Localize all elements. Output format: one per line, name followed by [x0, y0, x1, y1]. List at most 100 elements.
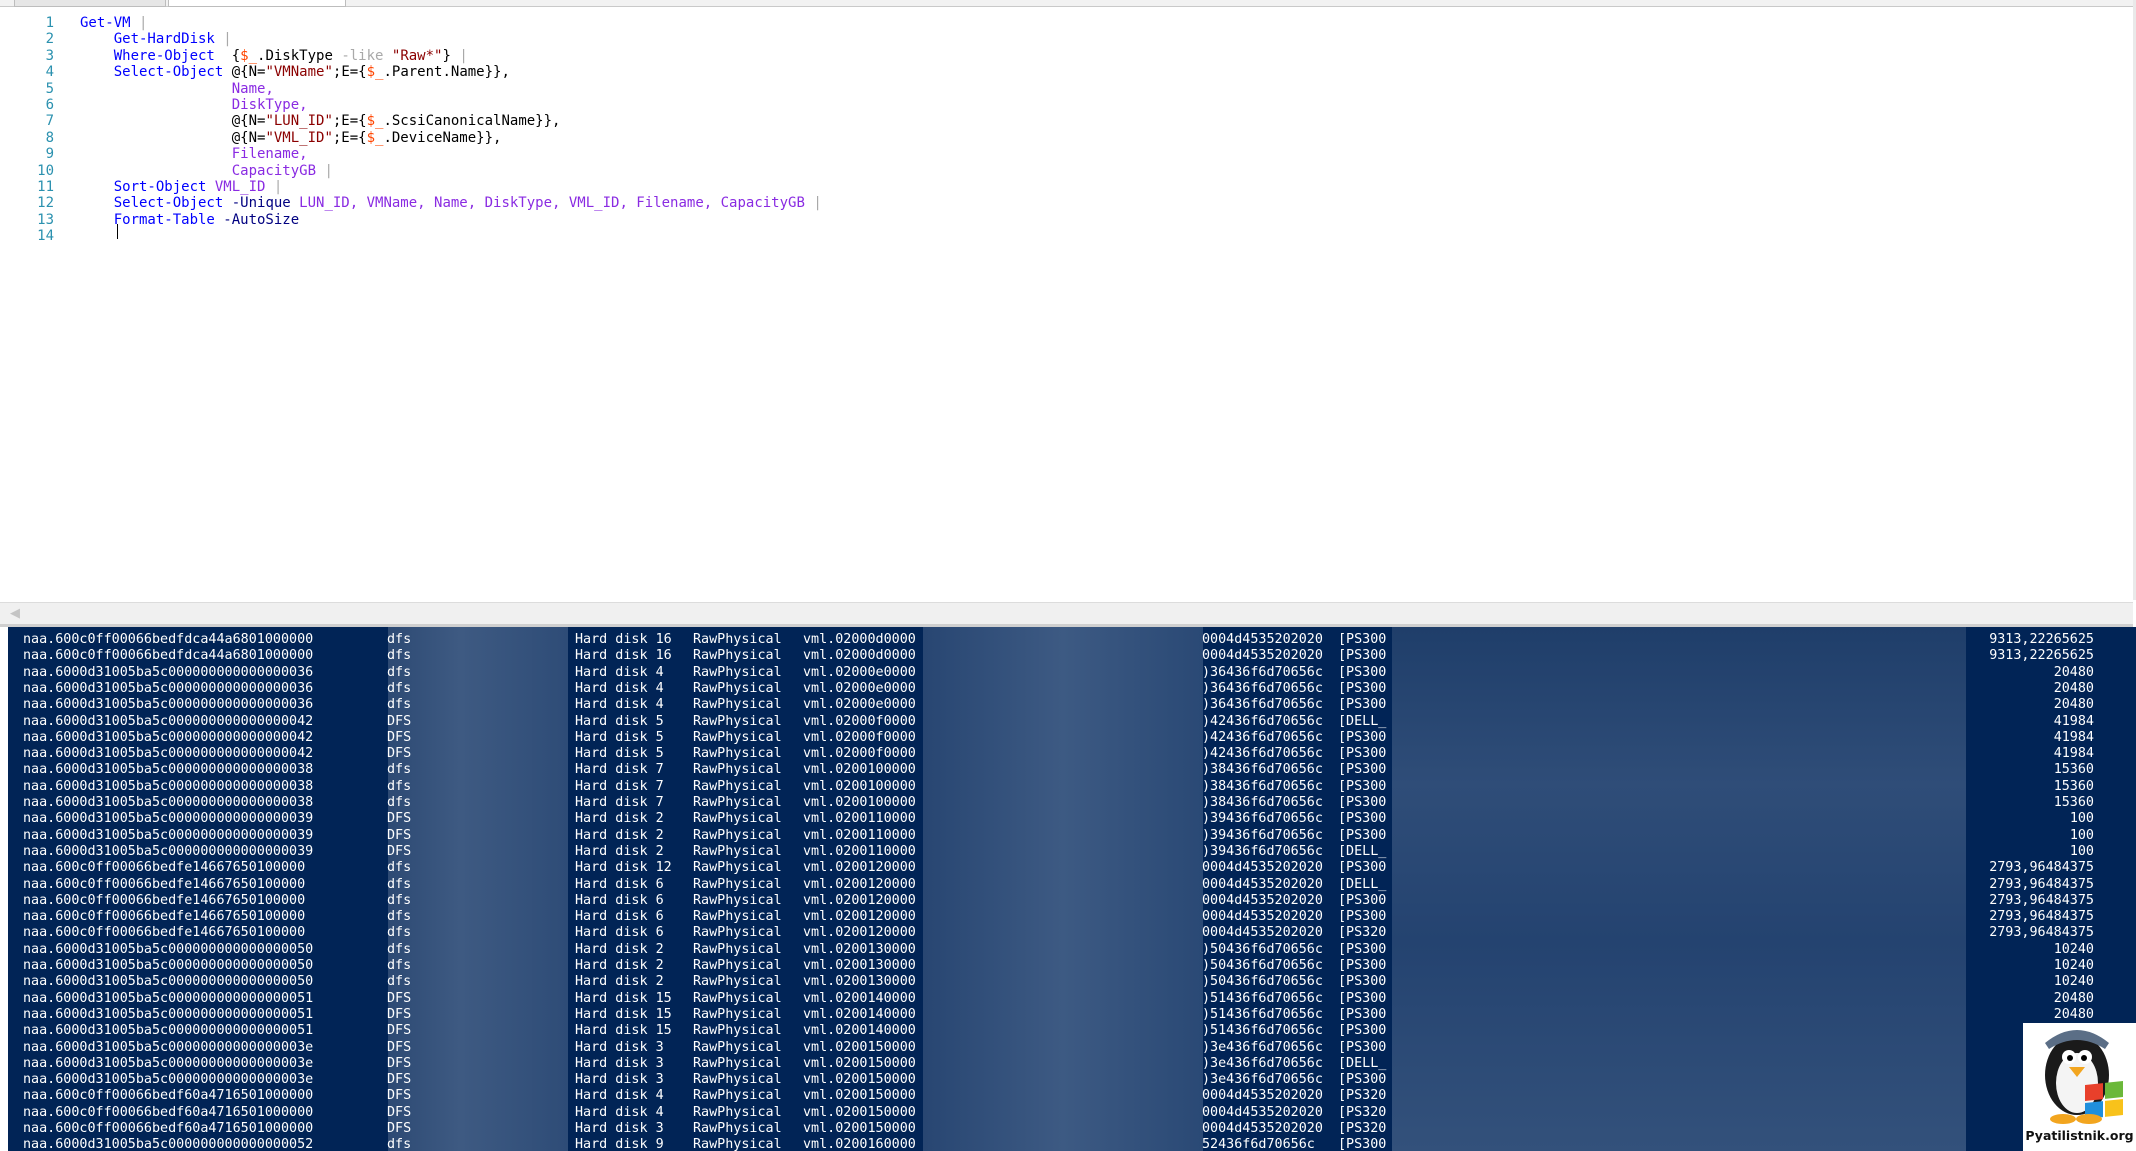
- cell-name: Hard disk 6: [575, 925, 672, 941]
- table-row: naa.6000d31005ba5c000000000000000036 dfs H…: [8, 665, 2136, 681]
- tab-script-2[interactable]: [168, 0, 346, 7]
- cell-vml2: )51436f6d70656c: [1202, 990, 1323, 1006]
- cell-type: RawPhysical: [693, 909, 782, 925]
- cell-lun: naa.600c0ff00066bedfe14667650100000: [23, 892, 306, 908]
- cell-vml: vml.0200110000: [803, 811, 916, 827]
- cell-cap: 100: [2069, 827, 2094, 843]
- table-row: naa.6000d31005ba5c000000000000000050 dfs H…: [8, 958, 2136, 974]
- cell-lun: naa.600c0ff00066bedf60a4716501000000: [23, 1104, 314, 1120]
- cell-vm: dfs: [387, 632, 412, 647]
- cell-fn: [PS320: [1338, 925, 1387, 941]
- code-line: Sort-Object VML_ID |: [80, 179, 283, 195]
- cell-cap: 2793,96484375: [1989, 909, 2094, 925]
- table-row: naa.600c0ff00066bedfdca44a6801000000 dfs H…: [8, 648, 2136, 664]
- cell-cap: 20480: [2053, 697, 2094, 713]
- cell-lun: naa.6000d31005ba5c000000000000000036: [23, 697, 314, 713]
- cell-type: RawPhysical: [693, 762, 782, 778]
- cell-vm: DFS: [387, 729, 412, 745]
- cell-fn: [PS300: [1338, 892, 1387, 908]
- cell-fn: [DELL_: [1338, 1055, 1387, 1071]
- cell-lun: naa.600c0ff00066bedf60a4716501000000: [23, 1088, 314, 1104]
- cell-type: RawPhysical: [693, 925, 782, 941]
- table-row: naa.6000d31005ba5c000000000000000052 dfs H…: [8, 1137, 2136, 1151]
- cell-vml2: )39436f6d70656c: [1202, 843, 1323, 859]
- cell-type: RawPhysical: [693, 729, 782, 745]
- cell-fn: [PS300: [1338, 778, 1387, 794]
- cell-cap: 20480: [2053, 990, 2094, 1006]
- cell-vml2: 0004d4535202020: [1202, 876, 1323, 892]
- cell-type: RawPhysical: [693, 876, 782, 892]
- cell-type: RawPhysical: [693, 664, 782, 680]
- table-row: naa.6000d31005ba5c000000000000000051 DFS H…: [8, 1007, 2136, 1023]
- table-row: naa.6000d31005ba5c000000000000000038 dfs H…: [8, 779, 2136, 795]
- cell-lun: naa.6000d31005ba5c00000000000000003e: [23, 1039, 314, 1055]
- code-token: VML_ID: [206, 179, 266, 195]
- code-token: ;E={: [332, 129, 367, 146]
- cell-fn: [PS300: [1338, 746, 1387, 762]
- cell-fn: [DELL_: [1338, 843, 1387, 859]
- cell-cap: 9313,22265625: [1989, 648, 2094, 664]
- cell-fn: [PS300: [1338, 974, 1387, 990]
- code-token: .Parent.Name}},: [383, 64, 510, 81]
- line-number: 8: [45, 129, 54, 146]
- cell-vml2: )39436f6d70656c: [1202, 827, 1323, 843]
- cell-fn: [PS300: [1338, 1039, 1387, 1055]
- cell-vml: vml.0200150000: [803, 1088, 916, 1104]
- tab-script-1[interactable]: [14, 0, 166, 7]
- scroll-left-icon[interactable]: ◀: [10, 606, 20, 621]
- cell-type: RawPhysical: [693, 990, 782, 1006]
- cell-vml2: 0004d4535202020: [1202, 632, 1323, 647]
- cell-vm: DFS: [387, 1104, 412, 1120]
- cell-fn: [PS300: [1338, 909, 1387, 925]
- cell-vml: vml.02000d0000: [803, 648, 916, 664]
- cell-vml: vml.0200100000: [803, 762, 916, 778]
- code-line: DiskType,: [80, 97, 308, 113]
- code-token: Where-Object: [80, 47, 215, 64]
- cell-vml: vml.02000e0000: [803, 664, 916, 680]
- code-token: |: [130, 15, 148, 31]
- cell-type: RawPhysical: [693, 632, 782, 647]
- cell-type: RawPhysical: [693, 1137, 782, 1151]
- cell-name: Hard disk 15: [575, 1006, 672, 1022]
- code-line: @{N="LUN_ID";E={$_.ScsiCanonicalName}},: [80, 113, 561, 130]
- script-editor[interactable]: Get-VM | Get-HardDisk | Where-Object {$_…: [0, 7, 2133, 602]
- cell-vm: dfs: [387, 909, 412, 925]
- cell-name: Hard disk 16: [575, 648, 672, 664]
- cell-vm: DFS: [387, 1055, 412, 1071]
- console-output[interactable]: naa.600c0ff00066bedfdca44a6801000000 dfs H…: [8, 627, 2136, 1151]
- cell-lun: naa.6000d31005ba5c000000000000000050: [23, 958, 314, 973]
- code-token: LUN_ID, VMName, Name, DiskType, VML_ID, …: [290, 195, 805, 212]
- cell-cap: 41984: [2053, 746, 2094, 762]
- cell-cap: 41984: [2053, 713, 2094, 729]
- cell-name: Hard disk 15: [575, 1023, 672, 1039]
- cell-cap: 10240: [2053, 974, 2094, 990]
- line-number: 9: [45, 146, 54, 163]
- code-token: -like: [341, 47, 384, 64]
- cell-vml: vml.0200150000: [803, 1121, 916, 1136]
- cell-type: RawPhysical: [693, 648, 782, 664]
- cell-vml2: )50436f6d70656c: [1202, 941, 1323, 957]
- code-token: @{N=: [80, 113, 266, 130]
- cell-vml: vml.02000d0000: [803, 632, 916, 647]
- cell-vm: dfs: [387, 974, 412, 990]
- cell-vml2: 0004d4535202020: [1202, 909, 1323, 925]
- table-row: naa.600c0ff00066bedfe14667650100000 dfs Ha…: [8, 925, 2136, 941]
- code-token: Filename,: [80, 146, 308, 163]
- code-token: .DeviceName}},: [383, 129, 502, 146]
- cell-lun: naa.6000d31005ba5c000000000000000052: [23, 1137, 314, 1151]
- cell-name: Hard disk 4: [575, 1088, 672, 1104]
- cell-vml: vml.0200120000: [803, 892, 916, 908]
- horizontal-scrollbar[interactable]: ◀: [0, 602, 2133, 625]
- cell-type: RawPhysical: [693, 680, 782, 696]
- code-token: |: [450, 47, 468, 64]
- cell-cap: 9313,22265625: [1989, 632, 2094, 647]
- cell-fn: [PS300: [1338, 680, 1387, 696]
- cell-vm: dfs: [387, 680, 412, 696]
- cell-vml: vml.0200120000: [803, 925, 916, 941]
- cell-cap: 15360: [2053, 795, 2094, 810]
- cell-name: Hard disk 3: [575, 1072, 672, 1088]
- cell-vm: dfs: [387, 762, 412, 778]
- cell-fn: [PS300: [1338, 632, 1387, 647]
- cell-lun: naa.6000d31005ba5c000000000000000039: [23, 843, 314, 859]
- line-number: 5: [45, 80, 54, 97]
